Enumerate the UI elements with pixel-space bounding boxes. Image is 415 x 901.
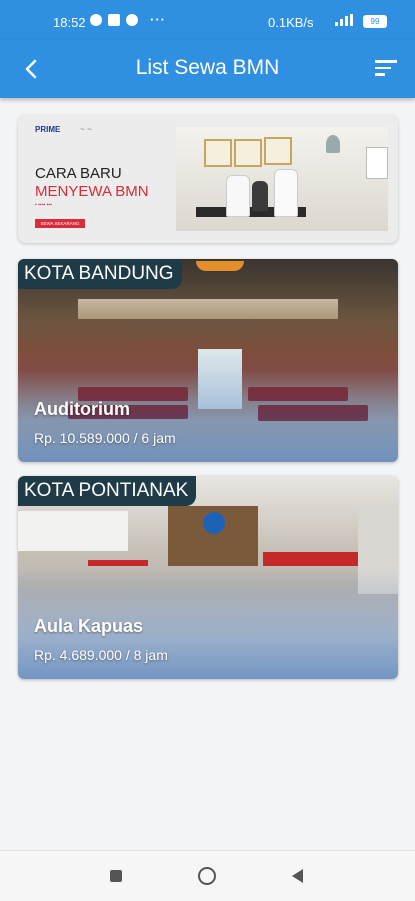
- banner-photo: [176, 127, 388, 231]
- status-bar: 18:52 ··· 0.1KB/s 99: [0, 0, 415, 40]
- ceiling-light: [78, 299, 338, 319]
- person: [274, 169, 298, 217]
- venue-price: Rp. 4.689.000 / 8 jam: [34, 647, 168, 663]
- promo-banner[interactable]: PRIME ~ ~ CARA BARU MENYEWA BMN ▪ ▪▪▪▪ ▪…: [18, 115, 398, 243]
- page-title: List Sewa BMN: [135, 56, 280, 79]
- square-icon[interactable]: [110, 870, 122, 882]
- person: [226, 175, 250, 217]
- banner-cta-button[interactable]: SEWA SEKARANG: [35, 219, 85, 228]
- window: [18, 511, 128, 551]
- banner-headline-accent: MENYEWA BMN: [35, 183, 149, 200]
- wall-frame: [366, 147, 388, 179]
- wall-frame: [264, 137, 292, 165]
- partner-logo: ~ ~: [80, 125, 92, 134]
- brand-logo: PRIME: [35, 125, 61, 134]
- person: [252, 181, 268, 211]
- notification-icon: [90, 14, 102, 26]
- circle-icon[interactable]: [198, 867, 216, 885]
- venue-name: Aula Kapuas: [34, 616, 144, 636]
- banner-subtext: ▪ ▪▪▪▪ ▪▪▪: [35, 202, 52, 208]
- network-speed: 0.1KB/s: [268, 15, 314, 30]
- clock: 18:52: [53, 15, 86, 30]
- notification-icon: [126, 14, 138, 26]
- wall-frame: [234, 139, 262, 167]
- wall-frame: [204, 139, 232, 167]
- logo-emblem: [203, 512, 225, 534]
- banner-headline: CARA BARU: [35, 165, 122, 182]
- city-label: KOTA BANDUNG: [18, 259, 182, 289]
- city-label: KOTA PONTIANAK: [18, 476, 197, 506]
- stage-carpet: [88, 560, 148, 566]
- venue-name: Auditorium: [34, 399, 130, 419]
- signal-icon: [335, 14, 353, 26]
- message-icon: [108, 14, 120, 26]
- battery-icon: 99: [363, 15, 387, 28]
- triangle-back-icon[interactable]: [292, 869, 303, 883]
- lamp-shade: [326, 135, 340, 153]
- ceiling-lamp: [196, 261, 244, 271]
- app-bar: List Sewa BMN: [0, 40, 415, 98]
- listing-card[interactable]: KOTA PONTIANAK Aula Kapuas Rp. 4.689.000…: [18, 476, 398, 679]
- stage-carpet: [263, 552, 373, 566]
- filter-icon[interactable]: [375, 60, 397, 78]
- system-nav-bar: [0, 850, 415, 901]
- venue-price: Rp. 10.589.000 / 6 jam: [34, 430, 176, 446]
- listing-card[interactable]: KOTA BANDUNG Auditorium Rp. 10.589.000 /…: [18, 259, 398, 462]
- more-notifications: ···: [150, 12, 166, 27]
